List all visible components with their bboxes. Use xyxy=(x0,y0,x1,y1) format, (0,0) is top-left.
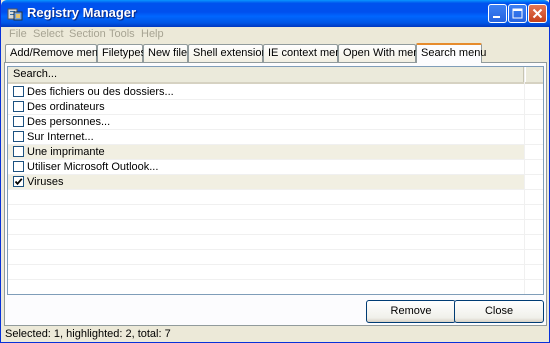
list-item-label: Des ordinateurs xyxy=(27,101,105,113)
tab-shell-extensions[interactable]: Shell extensions xyxy=(188,44,273,62)
maximize-button[interactable] xyxy=(508,4,527,23)
list-item-cell: Une imprimante xyxy=(8,145,524,159)
list-item-cell: Viruses xyxy=(8,175,524,189)
list-item[interactable]: Viruses xyxy=(8,175,543,190)
checked-checkbox[interactable] xyxy=(13,176,24,187)
list-item-label: Utiliser Microsoft Outlook... xyxy=(27,161,159,173)
window-title: Registry Manager xyxy=(27,5,137,20)
list-rows: Des fichiers ou des dossiers... Des ordin… xyxy=(8,85,543,294)
empty-row xyxy=(8,220,543,235)
list-item-label: Une imprimante xyxy=(27,146,105,158)
list-header: Search... xyxy=(8,67,543,84)
title-bar[interactable]: Registry Manager xyxy=(1,0,550,27)
list-item-cell: Des ordinateurs xyxy=(8,100,524,114)
tab-panel: Search... Des fichiers ou des dossiers..… xyxy=(4,62,547,326)
list-item[interactable]: Des personnes... xyxy=(8,115,543,130)
close-button[interactable]: Close xyxy=(454,300,544,323)
checkbox[interactable] xyxy=(13,161,24,172)
maximize-icon xyxy=(512,8,523,19)
tab-new-file[interactable]: New file xyxy=(143,44,188,62)
menu-section[interactable]: Section xyxy=(69,28,106,40)
app-window: Registry Manager File Select Section Too… xyxy=(0,0,550,343)
empty-row xyxy=(8,250,543,265)
list-item-label: Des personnes... xyxy=(27,116,111,128)
list-item[interactable]: Utiliser Microsoft Outlook... xyxy=(8,160,543,175)
minimize-icon xyxy=(493,16,500,18)
empty-row xyxy=(8,235,543,250)
list-item[interactable]: Une imprimante xyxy=(8,145,543,160)
search-menu-list[interactable]: Search... Des fichiers ou des dossiers..… xyxy=(7,66,544,295)
empty-row xyxy=(8,190,543,205)
list-item-cell: Sur Internet... xyxy=(8,130,524,144)
menu-bar: File Select Section Tools Help xyxy=(3,27,549,43)
tab-ie-context-menu[interactable]: IE context menu xyxy=(263,44,348,62)
list-item[interactable]: Des fichiers ou des dossiers... xyxy=(8,85,543,100)
close-window-button[interactable] xyxy=(528,4,547,23)
list-item-label: Des fichiers ou des dossiers... xyxy=(27,86,174,98)
checkbox[interactable] xyxy=(13,146,24,157)
checkbox[interactable] xyxy=(13,101,24,112)
empty-row xyxy=(8,280,543,294)
close-icon xyxy=(532,8,543,19)
remove-button[interactable]: Remove xyxy=(366,300,456,323)
empty-row xyxy=(8,205,543,220)
status-bar: Selected: 1, highlighted: 2, total: 7 xyxy=(5,328,171,340)
menu-help[interactable]: Help xyxy=(141,28,164,40)
menu-file[interactable]: File xyxy=(9,28,27,40)
list-item-cell: Des personnes... xyxy=(8,115,524,129)
tab-filetypes[interactable]: Filetypes xyxy=(97,44,146,62)
tab-add-remove-menu[interactable]: Add/Remove menu xyxy=(5,44,104,62)
list-item[interactable]: Sur Internet... xyxy=(8,130,543,145)
tab-search-menu[interactable]: Search menu xyxy=(416,43,486,63)
registry-app-icon xyxy=(7,8,23,21)
list-item-label: Sur Internet... xyxy=(27,131,94,143)
list-item-cell: Utiliser Microsoft Outlook... xyxy=(8,160,524,174)
column-header-empty[interactable] xyxy=(525,67,543,82)
menu-select[interactable]: Select xyxy=(33,28,64,40)
checkbox[interactable] xyxy=(13,116,24,127)
column-header-search[interactable]: Search... xyxy=(8,67,524,82)
checkbox[interactable] xyxy=(13,86,24,97)
list-item[interactable]: Des ordinateurs xyxy=(8,100,543,115)
checkmark-icon xyxy=(14,178,23,186)
list-item-cell: Des fichiers ou des dossiers... xyxy=(8,85,524,99)
checkbox[interactable] xyxy=(13,131,24,142)
tab-strip: Add/Remove menu Filetypes New file Shell… xyxy=(5,43,549,63)
list-item-label: Viruses xyxy=(27,176,64,188)
minimize-button[interactable] xyxy=(488,4,507,23)
button-bar: Remove Close xyxy=(5,297,546,325)
tab-open-with-menu[interactable]: Open With menu xyxy=(338,44,426,62)
menu-tools[interactable]: Tools xyxy=(109,28,135,40)
empty-row xyxy=(8,265,543,280)
